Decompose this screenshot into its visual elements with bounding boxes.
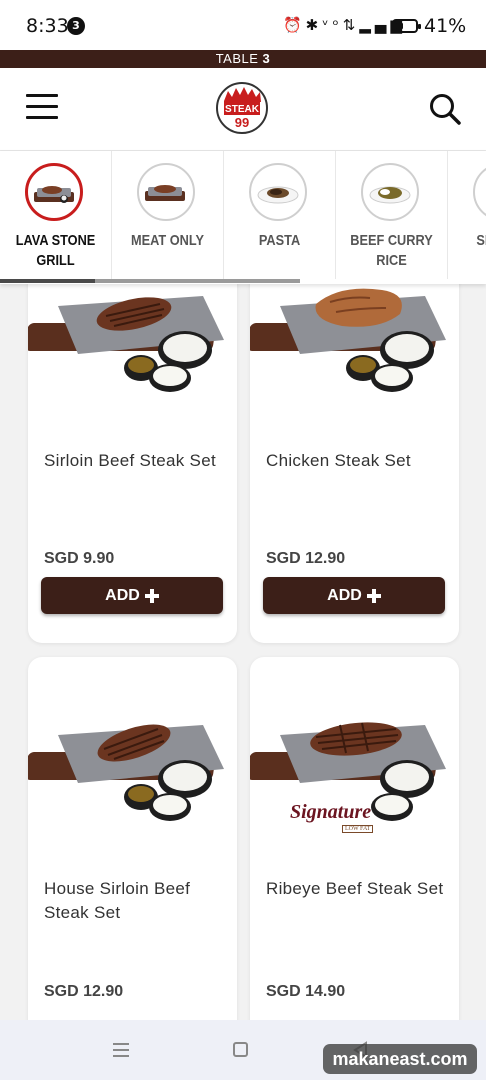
- product-image: [28, 296, 224, 392]
- product-price: SGD 12.90: [266, 550, 346, 567]
- product-name: House Sirloin Beef Steak Set: [44, 879, 191, 922]
- status-bar: 8:33 3 ⏰✱ᵛᵒ⇅▂▄▆ 41%: [0, 0, 486, 50]
- search-icon[interactable]: [428, 92, 462, 126]
- category-image: [473, 163, 486, 221]
- product-card[interactable]: Chicken Steak Set SGD 12.90 ADD: [250, 284, 459, 643]
- category-image: [249, 163, 307, 221]
- product-name: Ribeye Beef Steak Set: [266, 879, 444, 898]
- product-card[interactable]: House Sirloin Beef Steak Set SGD 12.90: [28, 657, 237, 1020]
- home-icon[interactable]: [233, 1042, 248, 1057]
- category-bar: LAVA STONE GRILL MEAT ONLY PASTA BEEF CU…: [0, 151, 486, 284]
- brand-logo[interactable]: STEAK 99: [215, 81, 269, 135]
- category-scrollbar[interactable]: [0, 279, 300, 283]
- category-label: MEAT ONLY: [131, 232, 204, 249]
- add-button-label: ADD: [105, 586, 140, 604]
- category-label: SI: [476, 232, 486, 249]
- table-number: 3: [262, 51, 271, 66]
- category-lava-stone-grill[interactable]: LAVA STONE GRILL: [0, 151, 112, 279]
- category-label: BEEF CURRY RICE: [350, 232, 433, 269]
- table-indicator: TABLE 3: [0, 50, 486, 68]
- signature-badge: Signature LOW FAT: [290, 801, 382, 835]
- table-prefix: TABLE: [215, 51, 259, 66]
- category-image: [25, 163, 83, 221]
- app-header: STEAK 99: [0, 68, 486, 151]
- logo-text-steak: STEAK: [225, 104, 260, 115]
- watermark: makaneast.com: [323, 1044, 477, 1074]
- plus-icon: [366, 588, 381, 603]
- product-grid: Sirloin Beef Steak Set SGD 9.90 ADD Chic…: [0, 284, 486, 1020]
- category-scrollbar-thumb[interactable]: [0, 279, 95, 283]
- category-partial[interactable]: SI: [448, 151, 486, 279]
- product-image: [250, 288, 446, 392]
- status-time: 8:33: [26, 15, 69, 37]
- category-beef-curry-rice[interactable]: BEEF CURRY RICE: [336, 151, 448, 279]
- product-image: [28, 724, 224, 821]
- category-pasta[interactable]: PASTA: [224, 151, 336, 279]
- category-image: [137, 163, 195, 221]
- product-name: Chicken Steak Set: [266, 451, 411, 470]
- product-price: SGD 14.90: [266, 983, 346, 1000]
- status-icons: ⏰✱ᵛᵒ⇅▂▄▆: [283, 16, 406, 34]
- product-price: SGD 12.90: [44, 983, 124, 1000]
- product-card[interactable]: Sirloin Beef Steak Set SGD 9.90 ADD: [28, 284, 237, 643]
- add-button-label: ADD: [327, 586, 362, 604]
- product-price: SGD 9.90: [44, 550, 115, 567]
- battery-icon: [392, 19, 421, 33]
- product-name: Sirloin Beef Steak Set: [44, 451, 216, 470]
- category-label: LAVA STONE GRILL: [15, 232, 96, 269]
- menu-icon[interactable]: [26, 91, 58, 123]
- category-label: PASTA: [258, 232, 301, 249]
- product-card[interactable]: Signature LOW FAT Ribeye Beef Steak Set …: [250, 657, 459, 1020]
- recent-apps-icon[interactable]: [113, 1042, 129, 1058]
- signature-text: Signature: [290, 801, 372, 823]
- notification-badge: 3: [67, 17, 85, 35]
- category-image: [361, 163, 419, 221]
- signature-subtext: LOW FAT: [342, 825, 374, 833]
- add-to-cart-button[interactable]: ADD: [41, 577, 223, 614]
- logo-text-99: 99: [235, 115, 249, 130]
- battery-percent: 41%: [424, 15, 467, 37]
- add-to-cart-button[interactable]: ADD: [263, 577, 445, 614]
- category-meat-only[interactable]: MEAT ONLY: [112, 151, 224, 279]
- plus-icon: [144, 588, 159, 603]
